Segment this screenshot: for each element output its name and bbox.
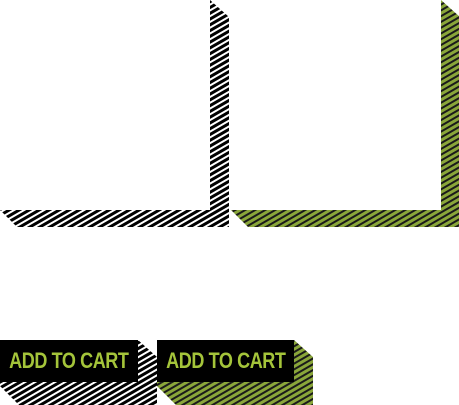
add-to-cart-label: ADD TO CART	[165, 348, 286, 373]
add-to-cart-button[interactable]: ADD TO CART	[0, 340, 138, 382]
add-to-cart-group-green: ADD TO CART	[157, 340, 314, 405]
product-card-shadow-black	[0, 0, 229, 227]
add-to-cart-button[interactable]: ADD TO CART	[157, 340, 294, 382]
add-to-cart-label: ADD TO CART	[9, 348, 129, 373]
product-card-shadow-green	[231, 0, 459, 227]
hatch-shadow-black	[0, 0, 229, 227]
hatch-shadow-green	[231, 0, 459, 227]
add-to-cart-group-black: ADD TO CART	[0, 340, 157, 405]
